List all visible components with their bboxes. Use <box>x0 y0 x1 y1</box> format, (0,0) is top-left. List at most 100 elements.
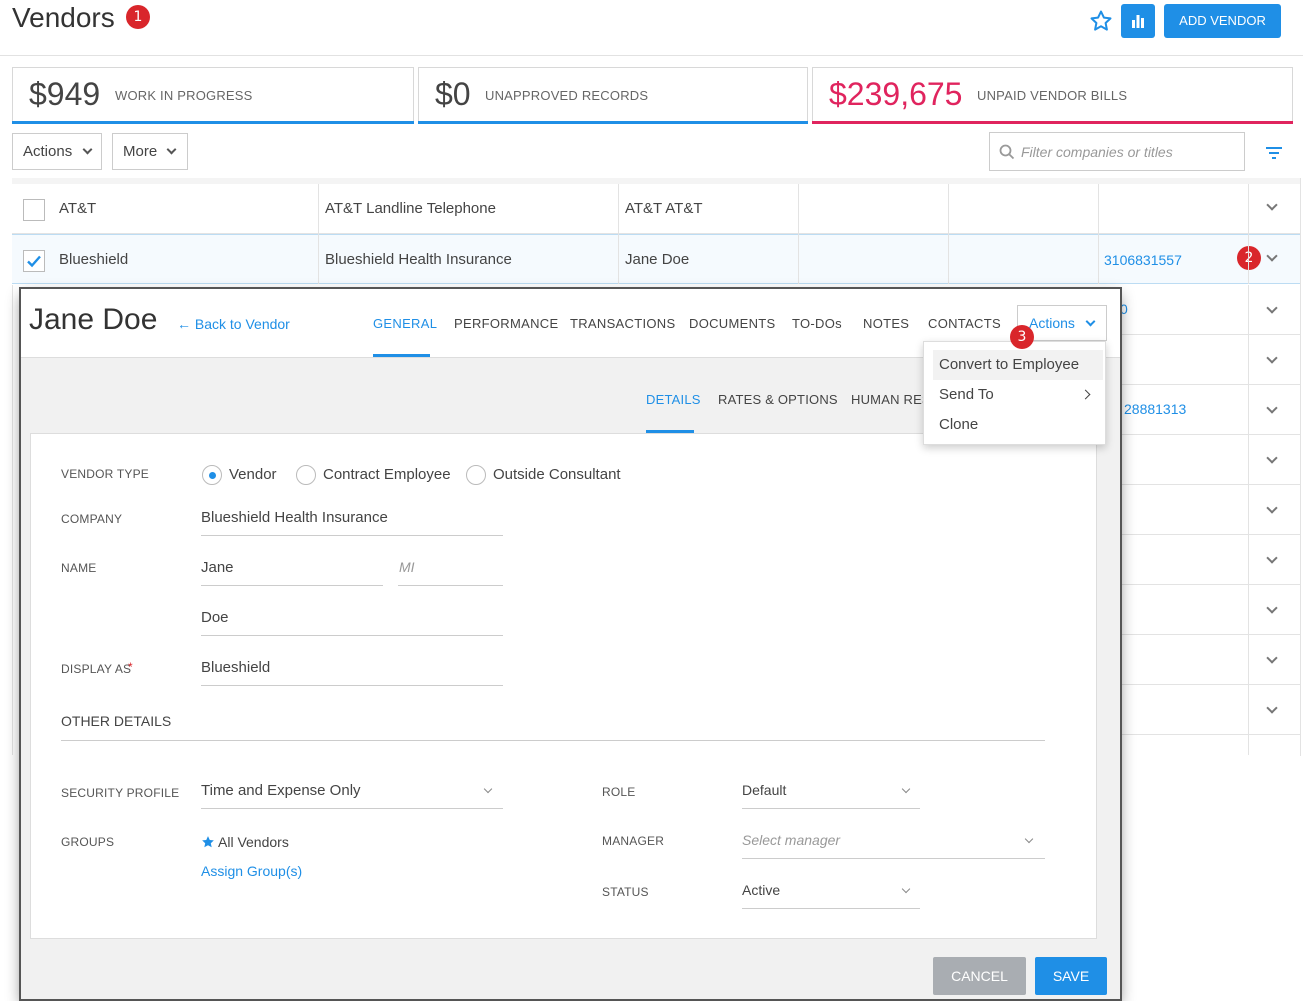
company-field[interactable]: Blueshield Health Insurance <box>201 509 388 526</box>
tab-todos[interactable]: TO-DOs <box>792 316 842 331</box>
tab-documents[interactable]: DOCUMENTS <box>689 316 775 331</box>
required-marker: * <box>128 660 133 674</box>
summary-card-wip[interactable]: $949 WORK IN PROGRESS <box>12 67 414 124</box>
expand-chevron-icon[interactable] <box>1266 199 1278 211</box>
table-row[interactable]: AT&T AT&T Landline Telephone AT&T AT&T <box>12 184 1300 234</box>
security-profile-label: SECURITY PROFILE <box>61 786 180 800</box>
chevron-down-icon <box>901 784 911 794</box>
modal-actions-label: Actions <box>1029 315 1075 331</box>
column-divider <box>1248 285 1249 755</box>
subtab-details[interactable]: DETAILS <box>646 392 701 407</box>
tab-transactions[interactable]: TRANSACTIONS <box>570 316 675 331</box>
save-button[interactable]: SAVE <box>1035 957 1107 995</box>
row-divider <box>1120 484 1300 485</box>
vendor-contact: AT&T AT&T <box>625 200 703 217</box>
status-value: Active <box>742 882 781 898</box>
row-divider <box>1120 384 1300 385</box>
bar-chart-icon <box>1132 15 1144 28</box>
column-divider <box>618 184 619 284</box>
table-row-selected[interactable]: Blueshield Blueshield Health Insurance J… <box>12 234 1300 284</box>
status-label: STATUS <box>602 885 649 899</box>
row-divider <box>1120 584 1300 585</box>
summary-card-unapproved[interactable]: $0 UNAPPROVED RECORDS <box>418 67 808 124</box>
middle-initial-field[interactable]: MI <box>399 559 415 575</box>
manager-label: MANAGER <box>602 834 665 848</box>
field-underline <box>742 808 920 809</box>
menu-item-clone[interactable]: Clone <box>924 410 1105 440</box>
actions-dropdown-button[interactable]: Actions <box>12 133 102 170</box>
first-name-field[interactable]: Jane <box>201 559 234 576</box>
row-checkbox-checked[interactable] <box>23 250 45 272</box>
menu-item-convert-to-employee[interactable]: Convert to Employee <box>933 350 1103 380</box>
field-underline <box>742 908 920 909</box>
menu-item-send-to[interactable]: Send To <box>924 380 1105 410</box>
notification-badge-3: 3 <box>1010 325 1034 349</box>
radio-outside-consultant[interactable] <box>466 465 486 485</box>
vendor-name: AT&T <box>59 200 97 217</box>
summary-label: UNAPPROVED RECORDS <box>485 88 649 103</box>
summary-accent-bar <box>12 121 414 124</box>
chevron-down-icon <box>1085 316 1096 327</box>
vendor-company: Blueshield Health Insurance <box>325 251 512 268</box>
summary-label: WORK IN PROGRESS <box>115 88 253 103</box>
cancel-button[interactable]: CANCEL <box>933 957 1026 995</box>
column-divider <box>948 184 949 284</box>
field-underline <box>201 585 383 586</box>
add-vendor-button[interactable]: ADD VENDOR <box>1164 4 1281 38</box>
radio-contract-employee-label: Contract Employee <box>323 466 451 483</box>
last-name-field[interactable]: Doe <box>201 609 229 626</box>
details-form: VENDOR TYPE Vendor Contract Employee Out… <box>30 433 1097 939</box>
display-as-field[interactable]: Blueshield <box>201 659 270 676</box>
favorite-star-icon[interactable] <box>1089 9 1113 33</box>
chevron-down-icon <box>901 884 911 894</box>
tab-contacts[interactable]: CONTACTS <box>928 316 1001 331</box>
reports-chart-button[interactable] <box>1121 4 1155 38</box>
field-underline <box>201 808 503 809</box>
row-divider <box>1120 734 1300 735</box>
tab-notes[interactable]: NOTES <box>863 316 909 331</box>
back-to-vendor-link[interactable]: ← Back to Vendor <box>177 316 290 332</box>
vendor-phone-link[interactable]: 3106831557 <box>1104 252 1182 268</box>
expand-chevron-icon[interactable] <box>1266 250 1278 262</box>
assign-groups-link[interactable]: Assign Group(s) <box>201 863 302 879</box>
checkmark-icon <box>27 255 41 268</box>
other-details-heading: OTHER DETAILS <box>61 713 172 729</box>
menu-item-label: Send To <box>939 386 994 403</box>
field-underline <box>742 858 1045 859</box>
radio-contract-employee[interactable] <box>296 465 316 485</box>
column-divider <box>1098 184 1099 284</box>
column-divider <box>318 184 319 284</box>
partial-phone-link[interactable]: 28881313 <box>1124 401 1186 417</box>
status-select[interactable]: Active <box>742 880 920 910</box>
vendor-company: AT&T Landline Telephone <box>325 200 496 217</box>
summary-amount: $0 <box>435 76 471 112</box>
row-divider <box>1120 434 1300 435</box>
name-label: NAME <box>61 561 97 575</box>
filter-icon[interactable] <box>1266 146 1282 160</box>
row-divider <box>1120 534 1300 535</box>
summary-accent-bar <box>418 121 808 124</box>
groups-label: GROUPS <box>61 835 115 849</box>
chevron-right-icon <box>1080 389 1091 400</box>
chevron-down-icon <box>166 144 177 155</box>
tab-performance[interactable]: PERFORMANCE <box>454 316 558 331</box>
search-icon <box>999 144 1015 160</box>
row-checkbox[interactable] <box>23 199 45 221</box>
vendor-contact: Jane Doe <box>625 251 690 268</box>
row-divider <box>1120 634 1300 635</box>
field-underline <box>398 585 503 586</box>
radio-vendor[interactable] <box>202 465 222 485</box>
subtab-human-resources[interactable]: HUMAN RES <box>851 392 931 407</box>
subtab-rates-options[interactable]: RATES & OPTIONS <box>718 392 838 407</box>
manager-select[interactable]: Select manager <box>742 830 1045 860</box>
security-profile-value: Time and Expense Only <box>201 782 361 799</box>
filter-input[interactable]: Filter companies or titles <box>989 132 1245 171</box>
more-dropdown-button[interactable]: More <box>112 133 188 170</box>
role-select[interactable]: Default <box>742 780 920 810</box>
display-as-label: DISPLAY AS <box>61 662 132 676</box>
summary-card-unpaid[interactable]: $239,675 UNPAID VENDOR BILLS <box>812 67 1293 124</box>
radio-vendor-label: Vendor <box>229 466 277 483</box>
security-profile-select[interactable]: Time and Expense Only <box>201 780 503 810</box>
tab-general[interactable]: GENERAL <box>373 316 437 331</box>
row-divider <box>1120 684 1300 685</box>
